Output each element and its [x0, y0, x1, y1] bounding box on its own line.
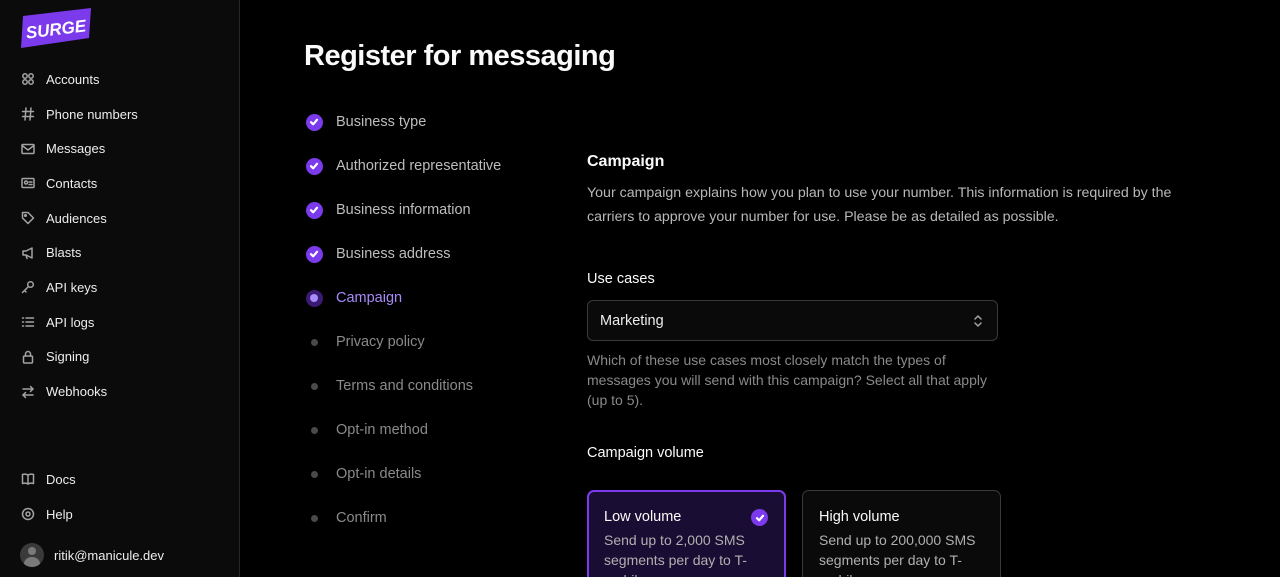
- step-label: Privacy policy: [336, 334, 425, 350]
- use-cases-value: Marketing: [600, 312, 664, 329]
- sidebar-item-signing[interactable]: Signing: [0, 340, 239, 375]
- option-title: Low volume: [604, 509, 682, 525]
- check-circle-icon: [751, 509, 768, 526]
- sidebar-item-accounts[interactable]: Accounts: [0, 62, 239, 97]
- section-title: Campaign: [587, 153, 665, 170]
- step-confirm[interactable]: Confirm: [304, 496, 501, 540]
- page-title: Register for messaging: [304, 40, 616, 72]
- option-description: Send up to 200,000 SMS segments per day …: [819, 532, 976, 577]
- avatar: [20, 543, 44, 567]
- step-label: Confirm: [336, 510, 387, 526]
- sidebar: SURGE Accounts Phone numbers Messages Co…: [0, 0, 240, 577]
- step-label: Opt-in method: [336, 422, 428, 438]
- sidebar-item-label: Docs: [46, 471, 76, 487]
- sidebar-nav: Accounts Phone numbers Messages Contacts…: [0, 62, 239, 409]
- sidebar-item-blasts[interactable]: Blasts: [0, 235, 239, 270]
- step-business-address[interactable]: Business address: [304, 232, 501, 276]
- option-title: High volume: [819, 509, 900, 525]
- dot-icon: [311, 427, 318, 434]
- sidebar-item-label: Accounts: [46, 71, 100, 87]
- step-label: Business information: [336, 202, 471, 218]
- contact-card-icon: [20, 175, 36, 191]
- step-opt-in-details[interactable]: Opt-in details: [304, 452, 501, 496]
- dot-icon: [311, 383, 318, 390]
- sidebar-bottom-nav: Docs Help: [0, 462, 239, 531]
- chevron-up-down-icon: [971, 313, 985, 329]
- sidebar-item-messages[interactable]: Messages: [0, 131, 239, 166]
- sidebar-item-label: Signing: [46, 349, 90, 365]
- sidebar-item-label: Contacts: [46, 175, 98, 191]
- arrows-icon: [20, 384, 36, 400]
- step-terms-and-conditions[interactable]: Terms and conditions: [304, 364, 501, 408]
- check-circle-icon: [305, 201, 323, 219]
- check-circle-icon: [305, 113, 323, 131]
- envelope-icon: [20, 141, 36, 157]
- high-volume-option[interactable]: High volume Send up to 200,000 SMS segme…: [802, 490, 1001, 577]
- sidebar-item-docs[interactable]: Docs: [0, 462, 239, 497]
- use-cases-hint: Which of these use cases most closely ma…: [587, 352, 987, 408]
- step-campaign[interactable]: Campaign: [304, 276, 501, 320]
- step-business-information[interactable]: Business information: [304, 188, 501, 232]
- lock-icon: [20, 349, 36, 365]
- campaign-volume-label: Campaign volume: [587, 445, 704, 461]
- step-label: Campaign: [336, 290, 403, 306]
- dot-icon: [311, 471, 318, 478]
- step-opt-in-method[interactable]: Opt-in method: [304, 408, 501, 452]
- check-circle-icon: [305, 157, 323, 175]
- book-icon: [20, 471, 36, 487]
- step-label: Opt-in details: [336, 466, 422, 482]
- dot-icon: [311, 339, 318, 346]
- step-label: Business address: [336, 246, 451, 262]
- step-label: Business type: [336, 114, 427, 130]
- key-icon: [20, 279, 36, 295]
- sidebar-item-phone-numbers[interactable]: Phone numbers: [0, 97, 239, 132]
- list-icon: [20, 314, 36, 330]
- sidebar-item-label: Webhooks: [46, 384, 108, 400]
- user-email: ritik@manicule.dev: [54, 547, 165, 563]
- sidebar-item-label: Audiences: [46, 210, 107, 226]
- sidebar-item-label: API keys: [46, 279, 98, 295]
- step-privacy-policy[interactable]: Privacy policy: [304, 320, 501, 364]
- option-description: Send up to 2,000 SMS segments per day to…: [604, 532, 747, 577]
- megaphone-icon: [20, 245, 36, 261]
- sidebar-item-label: Blasts: [46, 245, 82, 261]
- use-cases-label: Use cases: [587, 271, 655, 287]
- help-icon: [20, 506, 36, 522]
- accounts-icon: [20, 71, 36, 87]
- user-menu[interactable]: ritik@manicule.dev: [20, 543, 164, 567]
- sidebar-item-label: Help: [46, 506, 73, 522]
- surge-logo[interactable]: SURGE: [19, 8, 93, 48]
- sidebar-item-label: API logs: [46, 314, 95, 330]
- stepper: Business type Authorized representative …: [304, 100, 501, 540]
- low-volume-option[interactable]: Low volume Send up to 2,000 SMS segments…: [587, 490, 786, 577]
- sidebar-item-contacts[interactable]: Contacts: [0, 166, 239, 201]
- step-label: Terms and conditions: [336, 378, 474, 394]
- sidebar-item-label: Phone numbers: [46, 106, 138, 122]
- sidebar-item-webhooks[interactable]: Webhooks: [0, 374, 239, 409]
- section-description: Your campaign explains how you plan to u…: [587, 185, 1172, 225]
- hash-icon: [20, 106, 36, 122]
- sidebar-item-api-logs[interactable]: API logs: [0, 305, 239, 340]
- check-circle-icon: [305, 245, 323, 263]
- dot-icon: [311, 515, 318, 522]
- sidebar-item-audiences[interactable]: Audiences: [0, 201, 239, 236]
- step-business-type[interactable]: Business type: [304, 100, 501, 144]
- step-label: Authorized representative: [336, 158, 502, 174]
- sidebar-item-api-keys[interactable]: API keys: [0, 270, 239, 305]
- current-step-icon: [305, 289, 323, 307]
- step-authorized-representative[interactable]: Authorized representative: [304, 144, 501, 188]
- sidebar-item-help[interactable]: Help: [0, 497, 239, 532]
- use-cases-select[interactable]: Marketing: [587, 300, 998, 341]
- tag-icon: [20, 210, 36, 226]
- sidebar-item-label: Messages: [46, 141, 106, 157]
